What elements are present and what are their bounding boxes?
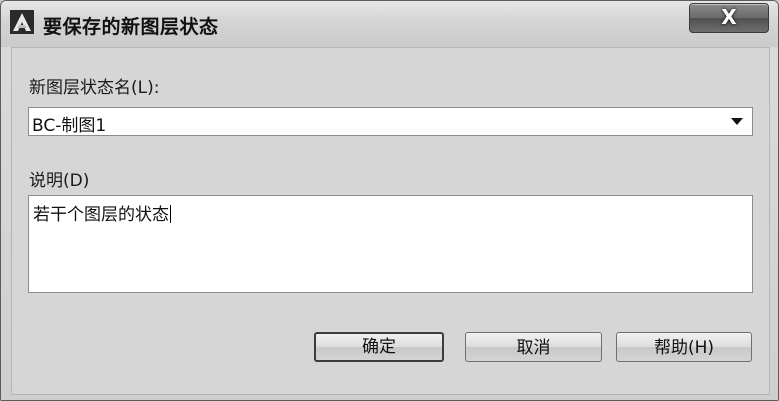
layer-state-name-value: BC-制图1 <box>32 116 107 136</box>
help-button[interactable]: 帮助(H) <box>616 332 752 362</box>
title-bar[interactable]: 要保存的新图层状态 X <box>1 1 778 47</box>
layer-state-name-label: 新图层状态名(L): <box>29 78 160 98</box>
cancel-button[interactable]: 取消 <box>465 332 602 362</box>
close-button[interactable]: X <box>689 3 769 33</box>
description-value: 若干个图层的状态 <box>33 205 171 225</box>
autocad-icon <box>10 10 34 34</box>
description-label: 说明(D) <box>29 171 90 191</box>
ok-button[interactable]: 确定 <box>314 332 444 362</box>
dialog-body: 新图层状态名(L): BC-制图1 说明(D) 若干个图层的状态 确定 取消 帮… <box>11 47 770 395</box>
description-textarea[interactable]: 若干个图层的状态 <box>28 195 753 293</box>
save-layer-state-dialog: 要保存的新图层状态 X 新图层状态名(L): BC-制图1 说明(D) 若干个图… <box>0 0 779 401</box>
layer-state-name-combobox[interactable]: BC-制图1 <box>28 107 753 136</box>
close-icon: X <box>721 5 737 29</box>
dropdown-arrow-icon[interactable] <box>731 118 743 125</box>
text-caret <box>170 205 171 223</box>
window-title: 要保存的新图层状态 <box>43 16 219 38</box>
